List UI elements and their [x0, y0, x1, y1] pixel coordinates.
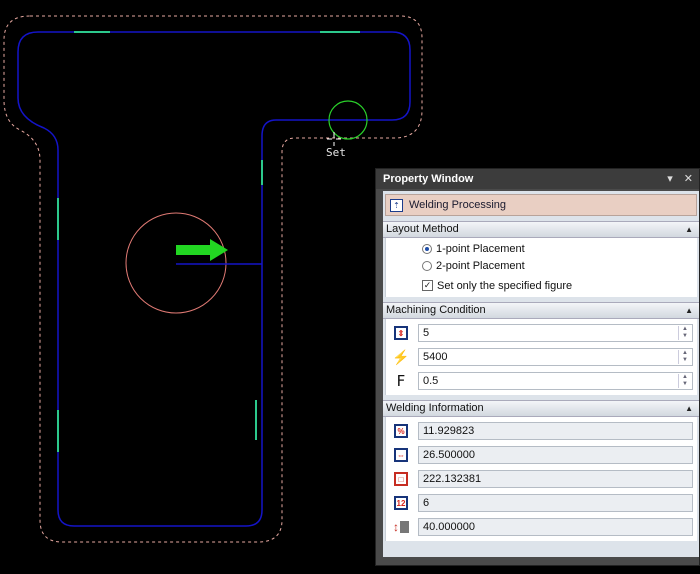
part-profile[interactable] — [17, 31, 411, 527]
spin-buttons[interactable]: ▲ ▼ — [678, 350, 691, 364]
layout-method-section: Layout Method ▲ 1-point Placement 2-poin… — [383, 221, 699, 297]
welding-information-header[interactable]: Welding Information ▲ — [383, 400, 699, 417]
power-input[interactable]: 5 ▲ ▼ — [418, 324, 693, 342]
property-window-body: ⇡ Welding Processing Layout Method ▲ 1-p… — [383, 191, 699, 557]
length-value: 26.500000 — [418, 446, 693, 464]
weld-circle[interactable] — [125, 212, 227, 314]
direction-arrow-icon — [176, 239, 228, 261]
checkbox-checked-icon[interactable]: ✓ — [422, 280, 433, 291]
total-length-icon: □ — [392, 471, 410, 487]
collapse-icon[interactable]: ▲ — [685, 222, 693, 237]
frequency-icon: ⚡ — [392, 348, 410, 365]
property-window-title-bar: Property Window ▾ ✕ — [376, 169, 699, 189]
collapse-icon[interactable]: ▲ — [685, 303, 693, 318]
count-row: 12 6 — [386, 491, 697, 515]
count-icon: 12 — [392, 495, 410, 511]
height-icon: ↕ — [392, 519, 410, 535]
total-length-value: 222.132381 — [418, 470, 693, 488]
power-row: ⇕ 5 ▲ ▼ — [386, 321, 697, 345]
radio-2-point-placement[interactable]: 2-point Placement — [386, 257, 697, 274]
crosshair-cursor-icon — [327, 132, 341, 146]
count-value: 6 — [418, 494, 693, 512]
height-value: 40.000000 — [418, 518, 693, 536]
collapse-icon[interactable]: ▲ — [685, 401, 693, 416]
welding-information-section: Welding Information ▲ % 11.929823 ⇔ 26.5… — [383, 400, 699, 541]
property-window-title: Property Window — [383, 173, 474, 185]
frequency-input[interactable]: 5400 ▲ ▼ — [418, 348, 693, 366]
length-row: ⇔ 26.500000 — [386, 443, 697, 467]
spin-buttons[interactable]: ▲ ▼ — [678, 326, 691, 340]
machining-condition-header[interactable]: Machining Condition ▲ — [383, 302, 699, 319]
height-row: ↕ 40.000000 — [386, 515, 697, 539]
percent-row: % 11.929823 — [386, 419, 697, 443]
power-icon: ⇕ — [392, 325, 410, 341]
radio-1-point-placement[interactable]: 1-point Placement — [386, 240, 697, 257]
radio-selected-icon[interactable] — [422, 243, 432, 254]
offset-profile — [3, 15, 423, 543]
welding-processing-icon: ⇡ — [390, 198, 403, 212]
feed-row: F 0.5 ▲ ▼ — [386, 369, 697, 393]
length-icon: ⇔ — [392, 447, 410, 463]
property-window: Property Window ▾ ✕ ⇡ Welding Processing… — [375, 168, 700, 566]
machining-condition-section: Machining Condition ▲ ⇕ 5 ▲▼ ⚡ 5400 ▲▼ — [383, 302, 699, 395]
process-header: ⇡ Welding Processing — [385, 194, 697, 216]
pin-dropdown-icon[interactable]: ▾ — [667, 173, 673, 185]
total-length-row: □ 222.132381 — [386, 467, 697, 491]
percent-icon: % — [392, 423, 410, 439]
process-title: Welding Processing — [409, 199, 507, 211]
percent-value: 11.929823 — [418, 422, 693, 440]
radio-unselected-icon[interactable] — [422, 260, 432, 271]
set-only-specified-figure-checkbox[interactable]: ✓ Set only the specified figure — [386, 277, 697, 294]
frequency-row: ⚡ 5400 ▲ ▼ — [386, 345, 697, 369]
cursor-label: Set — [326, 146, 346, 159]
spin-buttons[interactable]: ▲ ▼ — [678, 374, 691, 388]
close-icon[interactable]: ✕ — [684, 173, 693, 185]
feed-input[interactable]: 0.5 ▲ ▼ — [418, 372, 693, 390]
feed-icon: F — [396, 372, 406, 390]
layout-method-header[interactable]: Layout Method ▲ — [383, 221, 699, 238]
